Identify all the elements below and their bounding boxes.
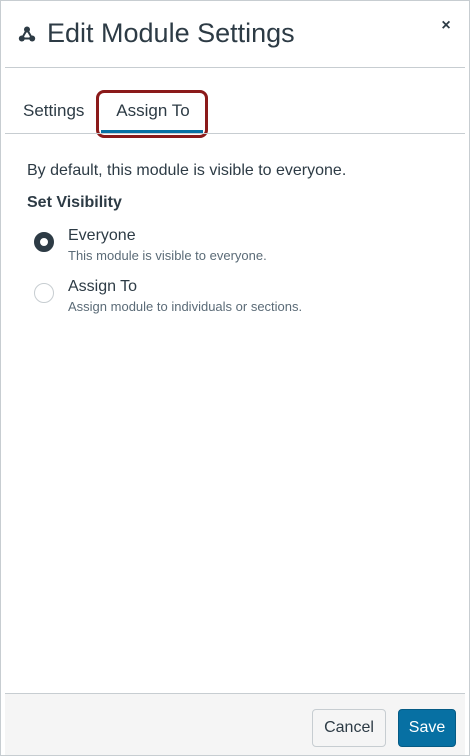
radio-everyone-label[interactable]: Everyone [68, 227, 136, 245]
radio-assign-to-sublabel: Assign module to individuals or sections… [68, 299, 303, 314]
set-visibility-heading: Set Visibility [27, 194, 122, 211]
radio-assign-to[interactable] [34, 283, 54, 303]
module-icon [17, 25, 37, 45]
radio-everyone-sublabel: This module is visible to everyone. [68, 248, 267, 263]
radio-assign-to-label[interactable]: Assign To [68, 278, 137, 296]
tab-list: Settings Assign To [1, 89, 469, 138]
modal-footer: Cancel Save [5, 693, 465, 755]
edit-module-settings-modal: Edit Module Settings × Settings Assign T… [0, 0, 470, 756]
header-divider [5, 67, 465, 68]
tab-settings[interactable]: Settings [23, 89, 84, 133]
visibility-description: By default, this module is visible to ev… [27, 162, 347, 179]
modal-title: Edit Module Settings [47, 18, 295, 48]
save-button[interactable]: Save [398, 709, 456, 747]
tab-highlight-callout [96, 90, 208, 138]
tabs-divider [5, 133, 465, 134]
radio-option-everyone[interactable]: Everyone This module is visible to every… [1, 227, 469, 271]
modal-header: Edit Module Settings × [1, 1, 469, 67]
cancel-button[interactable]: Cancel [312, 709, 386, 747]
close-icon[interactable]: × [431, 13, 461, 39]
radio-everyone[interactable] [34, 232, 54, 252]
radio-option-assign-to[interactable]: Assign To Assign module to individuals o… [1, 278, 469, 322]
